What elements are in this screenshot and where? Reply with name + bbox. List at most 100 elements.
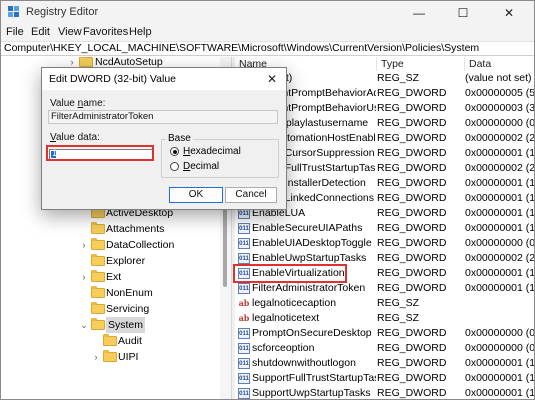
value-type: REG_DWORD (377, 387, 447, 399)
value-type: REG_DWORD (377, 132, 447, 144)
value-row[interactable]: ab legalnoticetext REG_SZ (235, 311, 534, 326)
value-name: EnableUIADesktopToggle (252, 237, 372, 249)
tree-item-explorer[interactable]: Explorer (1, 253, 221, 269)
base-group: Base Hexadecimal Decimal (161, 133, 279, 178)
value-type: REG_SZ (377, 312, 420, 324)
menu-help[interactable]: Help (129, 26, 152, 38)
close-window-button[interactable]: ✕ (487, 1, 531, 25)
window-title: Registry Editor (26, 6, 99, 18)
dword-value-icon: 011 (238, 223, 250, 234)
decimal-radio[interactable] (170, 162, 179, 171)
filter-administrator-token-highlight (233, 264, 347, 283)
value-row[interactable]: 011 shutdownwithoutlogon REG_DWORD 0x000000… (235, 356, 534, 371)
tree-item-ext[interactable]: › Ext (1, 269, 221, 285)
menu-edit[interactable]: Edit (31, 26, 50, 38)
value-type: REG_DWORD (377, 327, 447, 339)
tree-item-servicing[interactable]: Servicing (1, 301, 221, 317)
hexadecimal-radio[interactable] (170, 147, 179, 156)
value-name: PromptOnSecureDesktop (252, 327, 372, 339)
dword-value-icon: 011 (238, 343, 250, 354)
tree-item-label: Ext (106, 271, 122, 283)
value-type: REG_DWORD (377, 342, 447, 354)
value-row[interactable]: 011 FilterAdministratorToken REG_DWORD 0x00… (235, 281, 534, 296)
value-type: REG_DWORD (377, 87, 447, 99)
tree-item-attachments[interactable]: Attachments (1, 221, 221, 237)
value-type: REG_DWORD (377, 147, 447, 159)
value-data: 0x00000001 (1) (465, 147, 534, 159)
value-type: REG_DWORD (377, 357, 447, 369)
value-type: REG_DWORD (377, 192, 447, 204)
value-data: 0x00000001 (1) (465, 192, 534, 204)
value-data: 0x00000000 (0) (465, 237, 534, 249)
value-data: 0x00000003 (3) (465, 102, 534, 114)
value-type: REG_DWORD (377, 162, 447, 174)
hexadecimal-label[interactable]: Hexadecimal (183, 146, 241, 157)
tree-item-nonenum[interactable]: NonEnum (1, 285, 221, 301)
value-data-label: Value data: (50, 132, 100, 143)
minimize-button[interactable]: — (397, 1, 441, 25)
dialog-close-icon[interactable]: ✕ (264, 71, 280, 87)
value-data: 0x00000002 (2) (465, 252, 534, 264)
value-row[interactable]: 011 SupportUwpStartupTasks REG_DWORD 0x0000… (235, 386, 534, 399)
dword-value-icon: 011 (238, 328, 250, 339)
folder-icon (91, 286, 105, 298)
value-data: 0x00000001 (1) (465, 207, 534, 219)
string-value-icon: ab (238, 298, 250, 308)
folder-icon (91, 238, 105, 250)
value-data: 0x00000002 (2) (465, 162, 534, 174)
tree-item-label: Explorer (106, 255, 146, 267)
tree-item-label: Audit (118, 335, 142, 347)
menu-view[interactable]: View (58, 26, 82, 38)
value-type: REG_DWORD (377, 222, 447, 234)
chevron-right-icon[interactable]: › (79, 237, 89, 253)
ok-button[interactable]: OK (169, 187, 223, 203)
folder-icon (91, 254, 105, 266)
value-type: REG_SZ (377, 72, 420, 84)
edit-dword-dialog: Edit DWORD (32-bit) Value ✕ Value name: … (41, 67, 287, 210)
folder-icon (103, 350, 117, 362)
address-bar[interactable]: Computer\HKEY_LOCAL_MACHINE\SOFTWARE\Mic… (1, 41, 534, 56)
column-header-data[interactable]: Data (465, 57, 534, 71)
value-row[interactable]: ab legalnoticecaption REG_SZ (235, 296, 534, 311)
value-type: REG_DWORD (377, 237, 447, 249)
value-row[interactable]: 011SupportFullTrustStartupTasksREG_DWORD… (235, 371, 534, 386)
chevron-down-icon[interactable]: ⌄ (79, 317, 89, 333)
value-row[interactable]: 011 scforceoption REG_DWORD 0x00000000 (0) (235, 341, 534, 356)
folder-icon (91, 270, 105, 282)
value-row[interactable]: 011 EnableUIADesktopToggle REG_DWORD 0x0000… (235, 236, 534, 251)
tree-item-system[interactable]: ⌄ System (1, 317, 221, 333)
value-data: (value not set) (465, 72, 532, 84)
value-name-field: FilterAdministratorToken (48, 110, 278, 124)
maximize-button[interactable]: ☐ (441, 1, 485, 25)
menu-favorites[interactable]: Favorites (83, 26, 128, 38)
menu-file[interactable]: File (6, 26, 24, 38)
value-name: EnableSecureUIAPaths (252, 222, 363, 234)
cancel-button[interactable]: Cancel (225, 187, 277, 203)
tree-item-label: Servicing (106, 303, 150, 315)
tree-item-datacollection[interactable]: › DataCollection (1, 237, 221, 253)
value-type: REG_DWORD (377, 267, 447, 279)
value-type: REG_DWORD (377, 282, 447, 294)
value-type: REG_DWORD (377, 252, 447, 264)
value-data: 0x00000001 (1) (465, 372, 534, 384)
decimal-label[interactable]: Decimal (183, 161, 219, 172)
folder-icon (79, 57, 93, 67)
value-name: SupportUwpStartupTasks (252, 387, 371, 399)
value-name: shutdownwithoutlogon (252, 357, 356, 369)
column-header-type[interactable]: Type (377, 57, 465, 71)
tree-scrollbar-thumb[interactable] (223, 207, 227, 287)
value-row[interactable]: 011 PromptOnSecureDesktop REG_DWORD 0x00000… (235, 326, 534, 341)
tree-item-audit[interactable]: Audit (1, 333, 221, 349)
chevron-right-icon[interactable]: › (91, 349, 101, 365)
tree-item-label: System (106, 317, 146, 333)
tree-item-label: DataCollection (106, 239, 175, 251)
tree-item-uipi[interactable]: › UIPI (1, 349, 221, 365)
value-data: 0x00000001 (1) (465, 222, 534, 234)
value-type: REG_DWORD (377, 177, 447, 189)
value-type: REG_DWORD (377, 102, 447, 114)
value-name: scforceoption (252, 342, 315, 354)
value-name-label: Value name: (50, 98, 106, 109)
value-row[interactable]: 011 EnableSecureUIAPaths REG_DWORD 0x000000… (235, 221, 534, 236)
dword-value-icon: 011 (238, 388, 250, 399)
chevron-right-icon[interactable]: › (79, 269, 89, 285)
